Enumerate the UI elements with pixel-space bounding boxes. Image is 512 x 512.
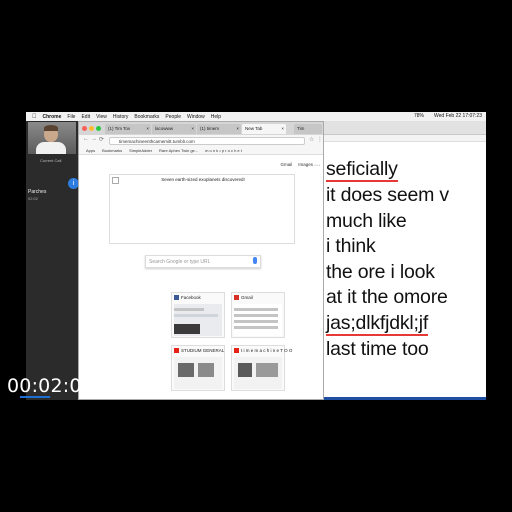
doodle-caption: Seven earth-sized exoplanets discovered!	[161, 177, 245, 182]
apple-icon[interactable]: 	[32, 114, 37, 120]
google-search-input[interactable]: Search Google or type URL	[145, 255, 261, 268]
call-duration: 02:02	[28, 196, 39, 201]
microphone-icon[interactable]	[253, 257, 257, 264]
reload-icon[interactable]: ⟳	[99, 136, 104, 143]
menu-people[interactable]: People	[165, 114, 181, 120]
menu-icon[interactable]: ⋮	[317, 136, 323, 143]
video-timecode: 00:02:02;18	[7, 375, 126, 397]
address-bar[interactable]: timemachineenthcamemitt.tumblr.com	[109, 137, 305, 145]
tile-facebook[interactable]: Facebook	[171, 292, 225, 338]
back-icon[interactable]: ←	[83, 136, 89, 142]
forward-icon[interactable]: →	[91, 136, 97, 142]
captured-screen:  Chrome File Edit View History Bookmark…	[26, 112, 486, 400]
bookmark-aphex[interactable]: Rare Aphex Twin ge...	[159, 148, 198, 153]
menu-help[interactable]: Help	[211, 114, 221, 120]
document-titlebar	[324, 121, 486, 135]
tab-new-tab[interactable]: New Tab ×	[242, 124, 286, 134]
doc-line-8: last time too	[326, 338, 429, 360]
chrome-window: (1) Tim Tov × lacowww × (1) timem × New Tab…	[78, 121, 324, 400]
tile-studium[interactable]: STUDIUM GENERAL	[171, 345, 225, 391]
tab-label: (1) Tim Tov	[108, 126, 131, 131]
google-top-links: Gmail Images	[280, 162, 313, 167]
tile-label: Facebook	[181, 295, 201, 300]
menu-window[interactable]: Window	[187, 114, 205, 120]
star-icon[interactable]: ☆	[309, 136, 314, 143]
tile-gmail[interactable]: Gmail	[231, 292, 285, 338]
doc-line-1: seficially	[326, 158, 398, 182]
tile-label: STUDIUM GENERAL	[181, 348, 225, 353]
tab-label: (1) timem	[200, 126, 219, 131]
tab-5[interactable]: Tim	[294, 124, 322, 134]
doc-line-1-text: seficially	[326, 158, 398, 182]
tab-label: Tim	[297, 126, 305, 131]
close-icon[interactable]: ×	[191, 124, 194, 134]
tab-1[interactable]: (1) Tim Tov ×	[105, 124, 151, 134]
bookmark-bookmarks[interactable]: Bookmarks	[102, 148, 122, 153]
window-minimize-dot[interactable]	[89, 126, 94, 131]
tab-label: lacowww	[155, 126, 174, 131]
bookmark-simpleadder[interactable]: SimpleAdder	[129, 148, 152, 153]
window-close-dot[interactable]	[82, 126, 87, 131]
close-icon[interactable]: ×	[146, 124, 149, 134]
close-icon[interactable]: ×	[236, 124, 239, 134]
tab-3[interactable]: (1) timem ×	[197, 124, 241, 134]
menubar-clock[interactable]: Wed Feb 22 17:07:23	[434, 113, 482, 119]
close-icon[interactable]: ×	[281, 124, 284, 134]
tile-label: Gmail	[241, 295, 253, 300]
doc-line-2: it does seem v	[326, 184, 449, 206]
tile-label: t i m e m a c h i n e T O O	[241, 348, 293, 353]
bookmarks-bar: Apps Bookmarks SimpleAdder Rare Aphex Tw…	[79, 146, 323, 155]
menu-file[interactable]: File	[67, 114, 75, 120]
youtube-icon	[174, 348, 179, 353]
timecode-underline	[20, 396, 50, 398]
gmail-link[interactable]: Gmail	[280, 162, 292, 167]
doc-line-4: i think	[326, 235, 376, 257]
menu-edit[interactable]: Edit	[81, 114, 90, 120]
doc-line-7-text: jas;dlkfjdkl;jf	[326, 312, 429, 336]
apps-grid-icon[interactable]: ⋯	[314, 162, 320, 169]
tab-label: New Tab	[245, 126, 263, 131]
doc-line-5: the ore i look	[326, 261, 435, 283]
menu-bookmarks[interactable]: Bookmarks	[134, 114, 159, 120]
menu-app-name[interactable]: Chrome	[43, 114, 62, 120]
images-link[interactable]: Images	[298, 162, 313, 167]
menu-history[interactable]: History	[113, 114, 129, 120]
youtube-icon	[234, 348, 239, 353]
call-panel: Current Call Parches 02:02	[26, 121, 78, 400]
facebook-icon	[174, 295, 179, 300]
google-doodle[interactable]: Seven earth-sized exoplanets discovered!	[109, 174, 295, 244]
gmail-icon	[234, 295, 239, 300]
bookmark-apps[interactable]: Apps	[86, 148, 95, 153]
dock-strip	[324, 397, 486, 400]
tab-strip: (1) Tim Tov × lacowww × (1) timem × New Tab…	[79, 122, 323, 135]
text-document[interactable]: seficially it does seem v much like i th…	[324, 121, 486, 400]
call-status: Current Call	[40, 158, 62, 163]
doc-line-6: at it the omore	[326, 286, 448, 308]
tile-timemachine[interactable]: t i m e m a c h i n e T O O	[231, 345, 292, 391]
caller-video	[28, 122, 76, 154]
doc-line-7: jas;dlkfjdkl;jf	[326, 312, 429, 336]
window-zoom-dot[interactable]	[96, 126, 101, 131]
tab-2[interactable]: lacowww ×	[152, 124, 196, 134]
document-ruler	[324, 135, 486, 142]
doc-line-3: much like	[326, 210, 407, 232]
caller-name: Parches	[28, 189, 47, 195]
menu-view[interactable]: View	[96, 114, 107, 120]
battery-status[interactable]: 78%	[414, 113, 424, 119]
bookmark-monk[interactable]: m o n k • p r o c h e t	[205, 148, 242, 153]
